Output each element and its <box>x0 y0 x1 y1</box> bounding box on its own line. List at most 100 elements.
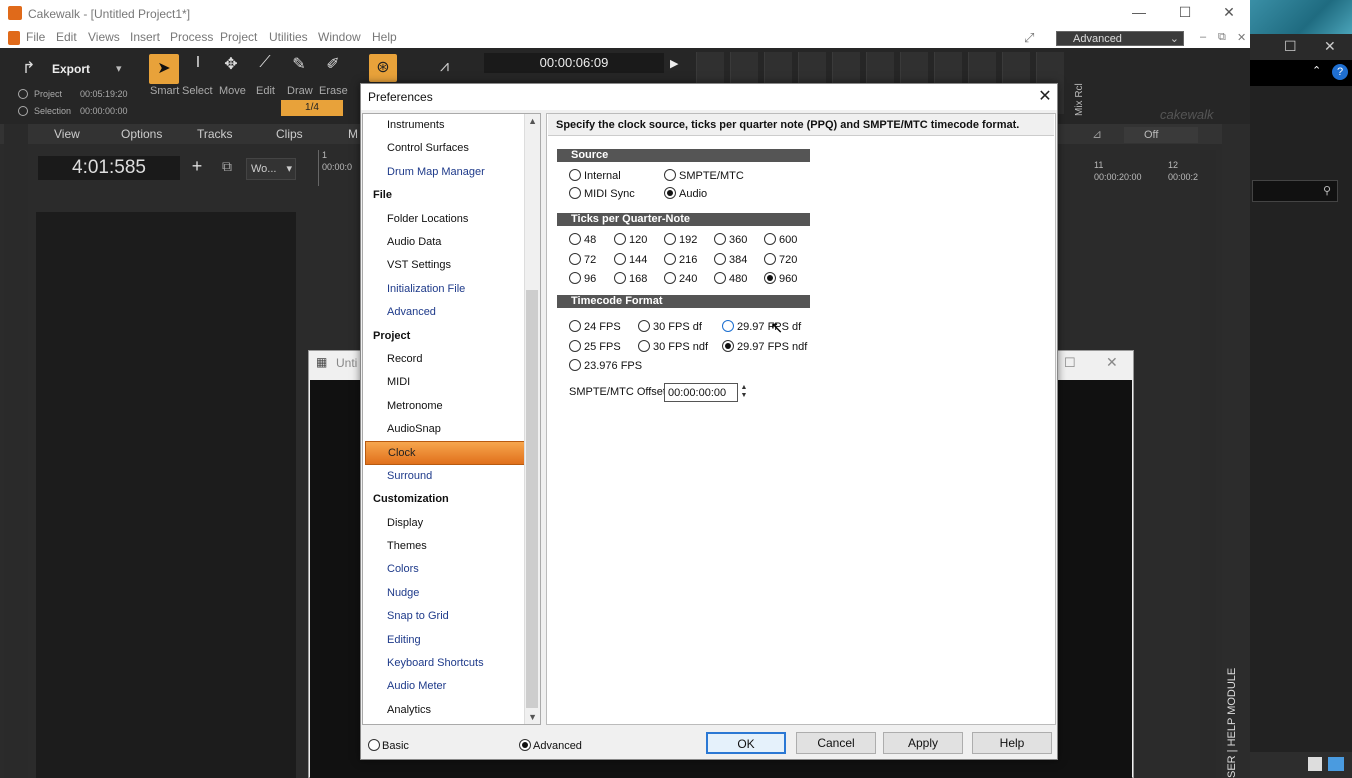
nav-item-folder-locations[interactable]: Folder Locations <box>363 208 525 231</box>
smart-tool-icon[interactable]: ➤ <box>149 54 179 84</box>
snap-grid-icon[interactable]: ⊿ <box>1092 127 1102 141</box>
ticks-option-216[interactable]: 216 <box>664 253 697 266</box>
nav-item-control-surfaces[interactable]: Control Surfaces <box>363 137 525 160</box>
help-module-tab[interactable]: SER | HELP MODULE <box>1226 660 1242 778</box>
timecode-option-29-97-fps-df[interactable]: 29.97 FPS df <box>722 320 801 333</box>
nav-item-colors[interactable]: Colors <box>363 558 525 581</box>
timecode-option-30-fps-ndf[interactable]: 30 FPS ndf <box>638 340 708 353</box>
close-icon[interactable]: ✕ <box>1324 38 1336 55</box>
help-button[interactable]: Help <box>972 732 1052 754</box>
select-tool-icon[interactable]: I <box>182 54 214 82</box>
nav-item-record[interactable]: Record <box>363 348 525 371</box>
ticks-option-96[interactable]: 96 <box>569 272 596 285</box>
timecode-option-24-fps[interactable]: 24 FPS <box>569 320 621 333</box>
chevron-down-icon[interactable]: ▼ <box>528 712 537 722</box>
search-icon[interactable]: ⚲ <box>1323 184 1331 197</box>
edit-tool-icon[interactable]: ⟋ <box>249 54 281 82</box>
transport-time[interactable]: 00:00:06:09 <box>484 53 664 73</box>
now-time[interactable]: 4:01:585 <box>38 156 180 180</box>
menu-window[interactable]: Window <box>318 30 361 44</box>
ticks-option-384[interactable]: 384 <box>714 253 747 266</box>
menu-project[interactable]: Project <box>220 30 257 44</box>
draw-tool-icon[interactable]: ✎ <box>283 54 315 82</box>
nav-item-themes[interactable]: Themes <box>363 535 525 558</box>
marker-icon[interactable]: ⩘ <box>440 58 449 76</box>
menu-help[interactable]: Help <box>372 30 397 44</box>
export-button[interactable]: Export <box>52 62 90 76</box>
expand-icon[interactable]: ⤢ <box>1024 30 1034 46</box>
ticks-option-960[interactable]: 960 <box>764 272 797 285</box>
maximize-icon[interactable]: ☐ <box>1064 355 1076 371</box>
track-menu-options[interactable]: Options <box>121 127 162 141</box>
taskbar-icon[interactable] <box>1308 757 1322 771</box>
nav-item-surround[interactable]: Surround <box>363 465 525 488</box>
mdi-minimize-icon[interactable]: – <box>1200 31 1206 43</box>
workspace-track-select[interactable]: Wo... ▾ <box>246 158 296 180</box>
smpte-offset-input[interactable] <box>664 383 738 402</box>
add-track-icon[interactable]: + <box>186 156 208 180</box>
track-vertical-scrollbar[interactable] <box>1200 150 1216 778</box>
nav-item-audio-data[interactable]: Audio Data <box>363 231 525 254</box>
apply-button[interactable]: Apply <box>883 732 963 754</box>
chevron-down-icon[interactable]: ▾ <box>116 62 122 75</box>
ticks-option-168[interactable]: 168 <box>614 272 647 285</box>
maximize-icon[interactable]: ☐ <box>1284 38 1297 55</box>
timecode-option-29-97-fps-ndf[interactable]: 29.97 FPS ndf <box>722 340 807 353</box>
nav-scrollbar[interactable]: ▲ ▼ <box>524 114 540 724</box>
maximize-icon[interactable]: ☐ <box>1170 4 1200 24</box>
background-search-field[interactable]: ⚲ <box>1252 180 1338 202</box>
timecode-option-23-976-fps[interactable]: 23.976 FPS <box>569 359 642 372</box>
erase-tool-icon[interactable]: ✐ <box>317 54 349 82</box>
ticks-option-144[interactable]: 144 <box>614 253 647 266</box>
menu-utilities[interactable]: Utilities <box>269 30 308 44</box>
track-folder-icon[interactable]: ⧉ <box>216 158 238 180</box>
source-option-midi-sync[interactable]: MIDI Sync <box>569 187 635 200</box>
taskbar-icon[interactable] <box>1328 757 1344 771</box>
project-radio[interactable] <box>18 89 28 99</box>
close-icon[interactable]: ✕ <box>1106 354 1118 371</box>
ticks-option-72[interactable]: 72 <box>569 253 596 266</box>
ticks-option-480[interactable]: 480 <box>714 272 747 285</box>
timecode-option-25-fps[interactable]: 25 FPS <box>569 340 621 353</box>
offset-spinner-icon[interactable]: ▲ ▼ <box>740 384 748 401</box>
menu-process[interactable]: Process <box>170 30 213 44</box>
export-icon[interactable]: ↱ <box>22 58 44 78</box>
ticks-option-600[interactable]: 600 <box>764 233 797 246</box>
ticks-option-720[interactable]: 720 <box>764 253 797 266</box>
nav-item-snap-to-grid[interactable]: Snap to Grid <box>363 605 525 628</box>
nav-item-audiosnap[interactable]: AudioSnap <box>363 418 525 441</box>
track-menu-clips[interactable]: Clips <box>276 127 303 141</box>
mdi-close-icon[interactable]: ✕ <box>1237 31 1246 44</box>
menu-edit[interactable]: Edit <box>56 30 77 44</box>
nav-item-analytics[interactable]: Analytics <box>363 699 525 722</box>
workspace-select[interactable]: Advanced ⌄ <box>1056 31 1184 46</box>
menu-insert[interactable]: Insert <box>130 30 160 44</box>
ticks-option-192[interactable]: 192 <box>664 233 697 246</box>
selection-radio[interactable] <box>18 106 28 116</box>
snap-icon[interactable]: ⊛ <box>369 54 397 82</box>
timecode-option-30-fps-df[interactable]: 30 FPS df <box>638 320 702 333</box>
snap-value[interactable]: 1/4 <box>281 100 343 116</box>
close-icon[interactable]: ✕ <box>1036 86 1054 106</box>
chevron-up-icon[interactable]: ⌃ <box>1312 64 1321 77</box>
nav-item-vst-settings[interactable]: VST Settings <box>363 254 525 277</box>
source-option-audio[interactable]: Audio <box>664 187 707 200</box>
nav-item-drum-map-manager[interactable]: Drum Map Manager <box>363 161 525 184</box>
chevron-up-icon[interactable]: ▲ <box>528 116 537 126</box>
nav-item-initialization-file[interactable]: Initialization File <box>363 278 525 301</box>
ticks-option-240[interactable]: 240 <box>664 272 697 285</box>
mix-recall-label[interactable]: Mix Rcl <box>1074 54 1092 116</box>
nav-item-midi[interactable]: MIDI <box>363 371 525 394</box>
help-icon[interactable]: ? <box>1332 64 1348 80</box>
nav-item-clock[interactable]: Clock <box>365 441 525 465</box>
nav-item-display[interactable]: Display <box>363 512 525 535</box>
nav-item-advanced[interactable]: Advanced <box>363 301 525 324</box>
mode-basic-radio[interactable]: Basic <box>368 739 409 752</box>
mdi-restore-icon[interactable]: ⧉ <box>1218 31 1226 44</box>
document-icon[interactable] <box>8 31 20 45</box>
off-select[interactable]: Off <box>1124 127 1198 143</box>
ticks-option-120[interactable]: 120 <box>614 233 647 246</box>
ticks-option-360[interactable]: 360 <box>714 233 747 246</box>
cancel-button[interactable]: Cancel <box>796 732 876 754</box>
menu-views[interactable]: Views <box>88 30 120 44</box>
